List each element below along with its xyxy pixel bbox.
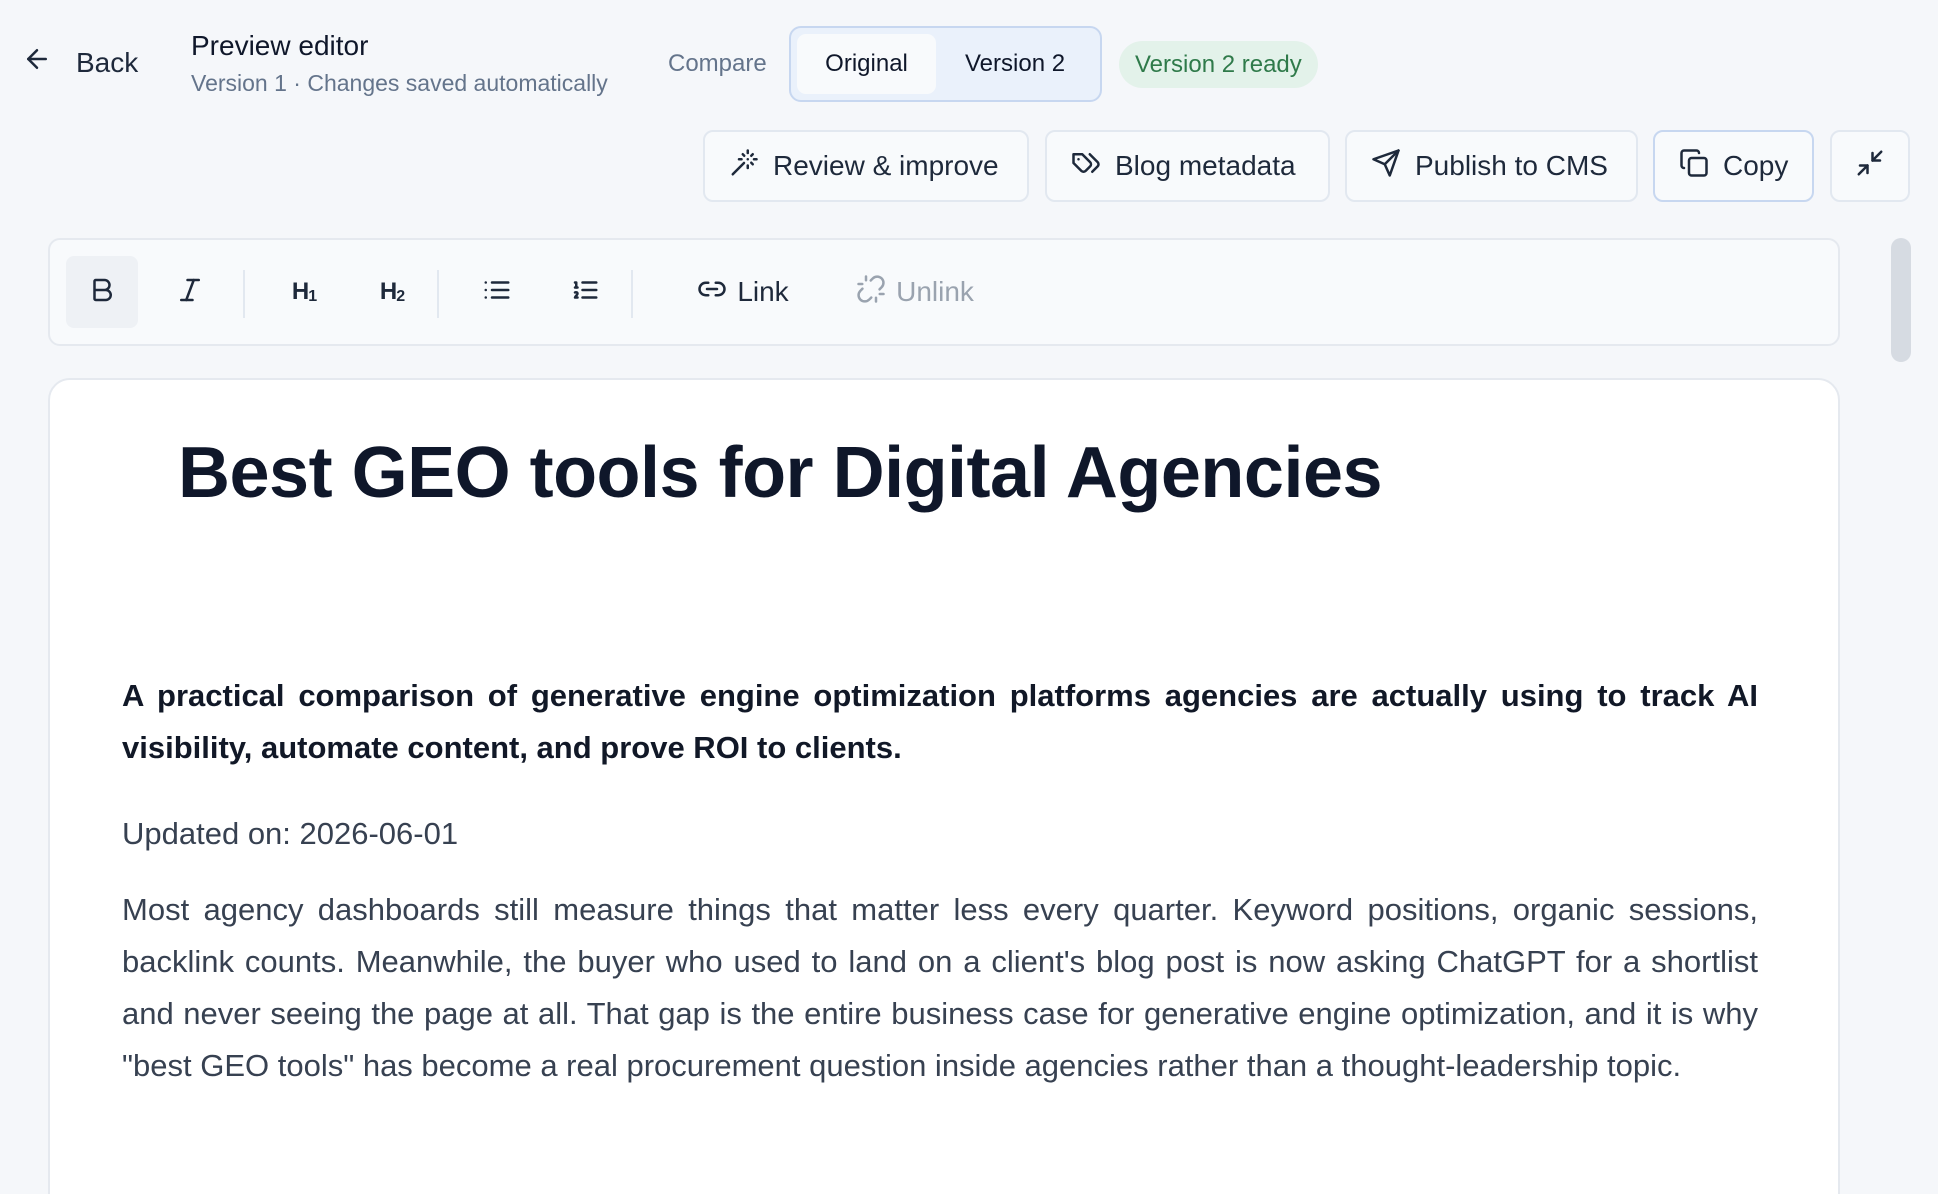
back-label: Back <box>76 46 139 78</box>
copy-icon <box>1679 148 1709 185</box>
status-badge: Version 2 ready <box>1119 41 1318 88</box>
toolbar-divider <box>631 270 633 318</box>
document-updated-date[interactable]: Updated on: 2026-06-01 <box>122 816 458 852</box>
magic-wand-icon <box>729 148 759 185</box>
bullet-list-icon <box>482 275 512 310</box>
italic-button[interactable] <box>154 256 226 328</box>
back-button[interactable]: Back <box>22 44 138 81</box>
link-icon <box>697 274 727 311</box>
document-editor[interactable]: Best GEO tools for Digital Agencies A pr… <box>48 378 1840 1194</box>
publish-cms-button[interactable]: Publish to CMS <box>1345 130 1638 202</box>
scrollbar-thumb[interactable] <box>1891 238 1911 362</box>
tag-icon <box>1071 148 1101 185</box>
toggle-original[interactable]: Original <box>797 34 937 94</box>
ordered-list-icon <box>570 275 600 310</box>
publish-label: Publish to CMS <box>1415 150 1608 181</box>
heading-2-icon: H2 <box>379 278 405 305</box>
toolbar-divider <box>243 270 245 318</box>
document-subtitle[interactable]: A practical comparison of generative eng… <box>122 670 1758 774</box>
document-title[interactable]: Best GEO tools for Digital Agencies <box>178 432 1383 514</box>
heading-1-icon: H1 <box>291 278 317 305</box>
ordered-list-button[interactable] <box>549 256 621 328</box>
bold-icon <box>87 275 117 310</box>
review-improve-button[interactable]: Review & improve <box>703 130 1029 202</box>
unlink-label: Unlink <box>896 276 974 307</box>
link-label: Link <box>737 276 789 307</box>
copy-button[interactable]: Copy <box>1653 130 1814 202</box>
document-paragraph[interactable]: Most agency dashboards still measure thi… <box>122 884 1758 1092</box>
page-title: Preview editor <box>191 30 369 61</box>
unlink-icon <box>856 274 886 311</box>
blog-metadata-button[interactable]: Blog metadata <box>1045 130 1330 202</box>
heading-2-button[interactable]: H2 <box>356 256 428 328</box>
unlink-button: Unlink <box>830 256 1000 328</box>
collapse-button[interactable] <box>1830 130 1910 202</box>
italic-icon <box>175 275 205 310</box>
title-block: Preview editor Version 1 · Changes saved… <box>191 28 608 98</box>
arrow-left-icon <box>22 44 52 81</box>
link-button[interactable]: Link <box>668 256 818 328</box>
editor-header: Back Preview editor Version 1 · Changes … <box>0 0 1938 120</box>
formatting-toolbar: H1 H2 Link Unlink <box>48 238 1840 346</box>
send-icon <box>1371 148 1401 185</box>
version-toggle: Original Version 2 <box>789 26 1102 102</box>
compare-label: Compare <box>668 50 767 77</box>
bold-button[interactable] <box>66 256 138 328</box>
toolbar-divider <box>437 270 439 318</box>
bullet-list-button[interactable] <box>461 256 533 328</box>
preview-editor-page: Back Preview editor Version 1 · Changes … <box>0 0 1938 1194</box>
page-subtitle: Version 1 · Changes saved automatically <box>191 70 608 96</box>
heading-1-button[interactable]: H1 <box>268 256 340 328</box>
copy-label: Copy <box>1723 150 1789 181</box>
metadata-label: Blog metadata <box>1115 150 1296 181</box>
review-label: Review & improve <box>773 150 999 181</box>
minimize-icon <box>1855 148 1885 185</box>
toggle-version-2[interactable]: Version 2 <box>936 34 1094 94</box>
